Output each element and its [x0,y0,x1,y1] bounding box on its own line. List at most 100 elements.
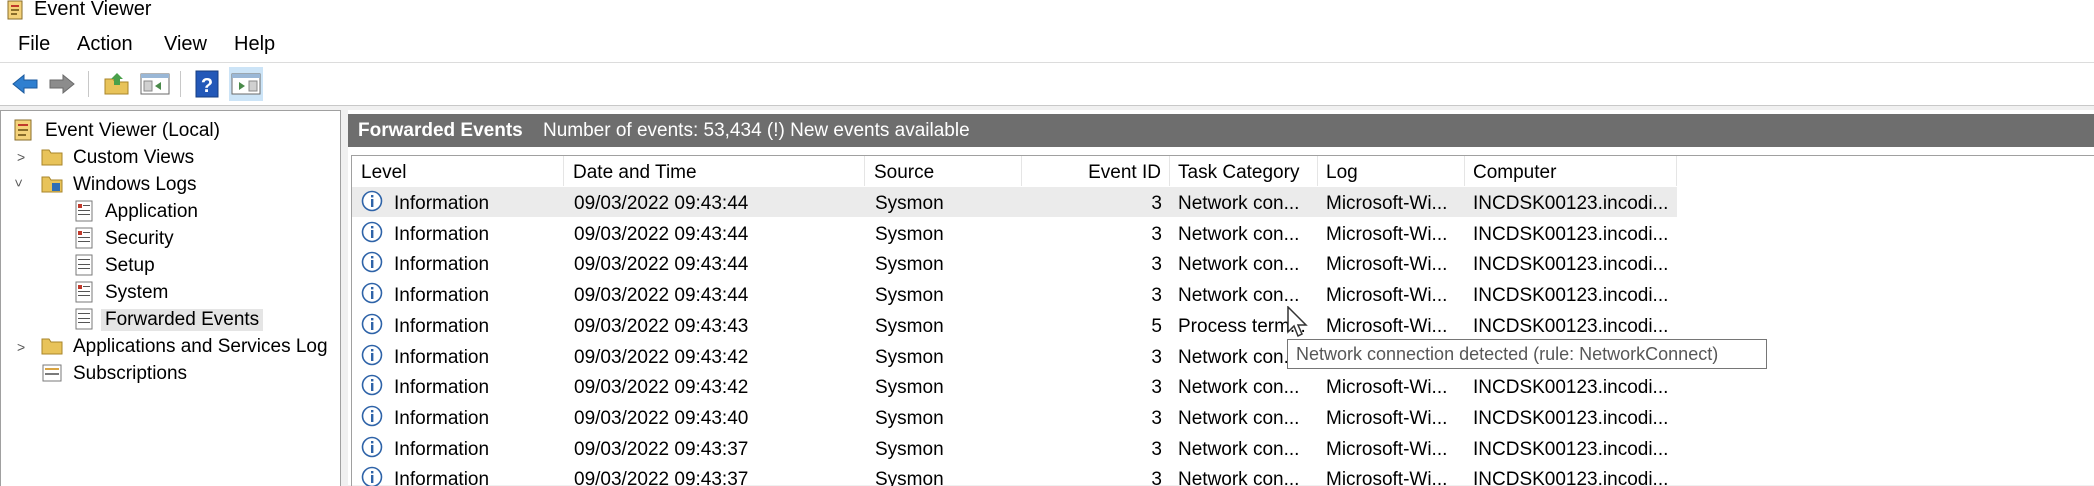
events-pane: Forwarded Events Number of events: 53,43… [348,110,2094,486]
tree-label: Applications and Services Log [73,336,328,357]
cell-datetime: 09/03/2022 09:43:37 [574,469,749,486]
cell-event-id: 3 [1151,193,1162,214]
table-row[interactable]: Information 09/03/2022 09:43:44 Sysmon 3 Net… [352,279,1677,309]
title-bar: Event Viewer [0,0,2094,26]
tree-label: Forwarded Events [101,309,264,331]
table-row[interactable]: Information 09/03/2022 09:43:42 Sysmon 3 Net… [352,371,1677,401]
cell-computer: INCDSK00123.incodi... [1473,438,1669,460]
tree-label: Setup [105,255,155,276]
cell-source: Sysmon [875,285,944,307]
tree-label: Custom Views [73,147,195,168]
cell-event-id: 3 [1151,254,1162,276]
expand-chevron-icon[interactable]: > [17,339,25,355]
cell-computer: INCDSK00123.incodi... [1473,285,1669,307]
cell-log: Microsoft-Wi... [1326,285,1448,307]
log-icon [75,227,93,249]
menu-bar: File Action View Help [0,26,2094,63]
column-header-source[interactable]: Source [865,156,1022,186]
log-icon [75,254,93,276]
expand-chevron-icon[interactable]: > [17,149,25,165]
help-icon[interactable]: ? [190,67,224,101]
cell-computer: INCDSK00123.incodi... [1473,254,1669,276]
cell-datetime: 09/03/2022 09:43:44 [574,254,749,276]
event-viewer-icon [14,119,32,141]
menu-action[interactable]: Action [77,33,133,56]
cell-log: Microsoft-Wi... [1326,315,1448,337]
table-row[interactable]: Information 09/03/2022 09:43:44 Sysmon 3 Net… [352,218,1677,248]
events-table: Level Date and Time Source Event ID Task… [351,155,2094,486]
column-header-date-time[interactable]: Date and Time [564,156,865,186]
cell-datetime: 09/03/2022 09:43:44 [574,193,749,214]
log-icon [75,281,93,303]
table-row[interactable]: Information 09/03/2022 09:43:37 Sysmon 3 Net… [352,463,1677,486]
cell-computer: INCDSK00123.incodi... [1473,469,1669,486]
table-row[interactable]: Information 09/03/2022 09:43:40 Sysmon 3 Net… [352,402,1677,432]
column-header-event-id[interactable]: Event ID [1022,156,1170,186]
cell-event-id: 3 [1151,377,1162,399]
menu-help[interactable]: Help [234,33,275,56]
cell-level: Information [394,438,490,460]
menu-file[interactable]: File [18,33,50,56]
table-row[interactable]: Information 09/03/2022 09:43:44 Sysmon 3 Net… [352,187,1677,217]
column-header-level[interactable]: Level [352,156,564,186]
tree-label: Windows Logs [73,174,197,195]
information-icon [361,190,383,212]
information-icon [361,282,383,304]
folder-icon [41,149,63,166]
menu-view[interactable]: View [164,33,207,56]
tree-label: Application [105,201,198,222]
cell-event-id: 3 [1151,469,1162,486]
information-icon [361,221,383,242]
cell-log: Microsoft-Wi... [1326,407,1448,429]
cell-datetime: 09/03/2022 09:43:40 [574,407,749,429]
cell-level: Information [394,254,490,276]
cell-log: Microsoft-Wi... [1326,469,1448,486]
cell-event-id: 5 [1151,315,1162,337]
event-viewer-icon [7,0,23,20]
cell-level: Information [394,285,490,307]
cell-level: Information [394,346,490,368]
cell-computer: INCDSK00123.incodi... [1473,223,1669,245]
show-hide-action-pane-icon[interactable] [229,67,263,101]
information-icon [361,313,383,335]
cell-log: Microsoft-Wi... [1326,377,1448,399]
subscriptions-icon [42,364,62,382]
window-title: Event Viewer [34,0,152,20]
column-header-computer[interactable]: Computer [1465,156,1677,186]
svg-text:?: ? [201,75,213,97]
cell-event-id: 3 [1151,407,1162,429]
folder-icon [41,176,63,193]
cell-task-category: Network con... [1178,223,1300,245]
mouse-cursor-icon [1287,306,1308,338]
show-hide-console-tree-icon[interactable] [138,67,172,101]
tree-label: Event Viewer (Local) [45,120,220,141]
cell-computer: INCDSK00123.incodi... [1473,407,1669,429]
cell-source: Sysmon [875,407,944,429]
cell-source: Sysmon [875,193,944,214]
cell-datetime: 09/03/2022 09:43:44 [574,285,749,307]
cell-source: Sysmon [875,438,944,460]
table-row[interactable]: Information 09/03/2022 09:43:43 Sysmon 5 Pro… [352,310,1677,340]
information-icon [361,374,383,396]
table-row[interactable]: Information 09/03/2022 09:43:37 Sysmon 3 Net… [352,433,1677,463]
tooltip: Network connection detected (rule: Netwo… [1287,339,1767,369]
cell-task-category: Network con... [1178,193,1300,214]
up-folder-icon[interactable] [100,67,134,101]
column-header-task-category[interactable]: Task Category [1170,156,1318,186]
toolbar: ? [0,63,2094,106]
forward-arrow-icon[interactable] [45,67,79,101]
cell-task-category: Network con... [1178,346,1300,368]
cell-source: Sysmon [875,346,944,368]
information-icon [361,344,383,365]
tree-label: Subscriptions [73,363,188,384]
column-header-log[interactable]: Log [1318,156,1465,186]
table-row[interactable]: Information 09/03/2022 09:43:44 Sysmon 3 Net… [352,248,1677,278]
folder-icon [41,338,63,355]
collapse-chevron-icon[interactable]: > [11,179,27,187]
cell-source: Sysmon [875,377,944,399]
cell-datetime: 09/03/2022 09:43:42 [574,377,749,399]
back-arrow-icon[interactable] [8,67,42,101]
cell-log: Microsoft-Wi... [1326,223,1448,245]
cell-level: Information [394,193,490,214]
cell-event-id: 3 [1151,438,1162,460]
